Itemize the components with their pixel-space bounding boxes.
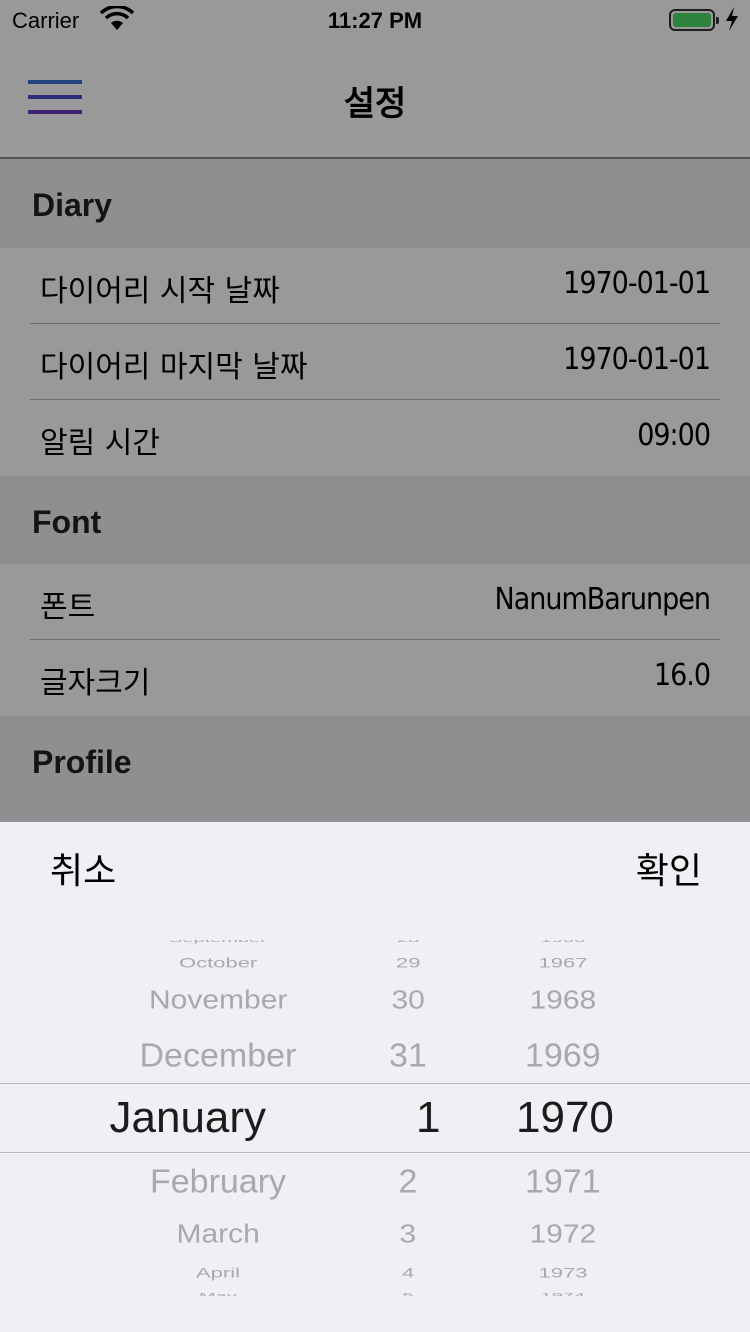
day-item[interactable]: 30 [392, 988, 425, 1014]
year-item[interactable]: 1969 [525, 1040, 601, 1073]
day-item[interactable]: 28 [397, 940, 419, 944]
selection-line-bottom [0, 1152, 750, 1153]
day-item[interactable]: 4 [402, 1266, 414, 1280]
cancel-button[interactable]: 취소 [50, 842, 116, 894]
modal-dim-overlay[interactable] [0, 0, 750, 822]
year-item[interactable]: 1970 [516, 1096, 614, 1140]
month-item[interactable]: December [140, 1040, 297, 1073]
day-item[interactable]: 29 [396, 956, 420, 970]
year-item[interactable]: 1966 [541, 940, 586, 944]
month-item[interactable]: January [110, 1096, 267, 1140]
year-item[interactable]: 1973 [539, 1266, 588, 1280]
date-picker-wheel[interactable]: September October November December January F… [0, 940, 750, 1296]
month-item[interactable]: April [196, 1266, 240, 1280]
year-item[interactable]: 1968 [530, 988, 597, 1014]
year-item[interactable]: 1971 [525, 1166, 601, 1199]
date-picker-sheet: 취소 확인 September October November December Ja… [0, 822, 750, 1332]
selection-line-top [0, 1083, 750, 1084]
day-item[interactable]: 1 [416, 1096, 440, 1140]
year-item[interactable]: 1974 [541, 1293, 586, 1297]
year-item[interactable]: 1972 [530, 1222, 597, 1248]
year-item[interactable]: 1967 [539, 956, 588, 970]
day-item[interactable]: 2 [399, 1166, 418, 1199]
month-item[interactable]: November [149, 988, 287, 1014]
confirm-button[interactable]: 확인 [636, 842, 702, 894]
settings-screen: Carrier 11:27 PM 설정 Diary 다이어리 시작 날짜 197… [0, 0, 750, 1332]
day-item[interactable]: 5 [403, 1293, 414, 1297]
day-item[interactable]: 31 [389, 1040, 427, 1073]
month-item[interactable]: October [179, 956, 257, 970]
month-item[interactable]: February [150, 1166, 286, 1199]
month-item[interactable]: September [169, 940, 267, 944]
day-item[interactable]: 3 [400, 1222, 417, 1248]
month-item[interactable]: May [199, 1293, 237, 1297]
month-item[interactable]: March [177, 1222, 260, 1248]
